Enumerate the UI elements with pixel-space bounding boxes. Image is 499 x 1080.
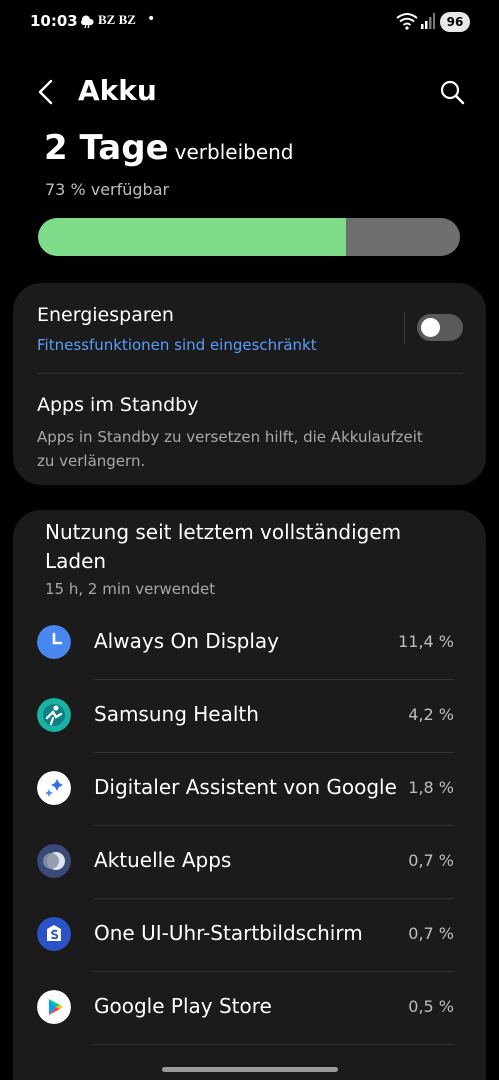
battery-settings-card: Energiesparen Fitnessfunktionen sind ein… <box>13 283 486 485</box>
divider <box>94 1044 454 1045</box>
app-name: Samsung Health <box>94 702 259 726</box>
available-percent: 73 % verfügbar <box>45 180 170 199</box>
play-store-icon <box>37 990 71 1024</box>
battery-level-badge: 96 <box>440 12 470 32</box>
toggle-knob <box>421 318 440 337</box>
list-item[interactable]: Always On Display 11,4 % <box>13 607 486 680</box>
standby-apps-subtitle-line1: Apps in Standby zu versetzen hilft, die … <box>37 428 423 446</box>
page-title: Akku <box>78 74 157 107</box>
signal-icon <box>421 13 435 29</box>
power-saving-toggle[interactable] <box>417 314 463 341</box>
remaining-label: verbleibend <box>174 140 294 164</box>
app-percent: 0,7 % <box>408 924 454 943</box>
list-item[interactable]: Google Play Store 0,5 % <box>13 972 486 1045</box>
remaining-value: 2 Tage <box>44 128 169 168</box>
list-item[interactable]: One UI-Uhr-Startbildschirm 0,7 % <box>13 899 486 972</box>
usage-card: Nutzung seit letztem vollständigem Laden… <box>13 510 486 1080</box>
standby-apps-subtitle-line2: zu verlängern. <box>37 452 146 470</box>
clock-icon <box>37 625 71 659</box>
app-name: Google Play Store <box>94 994 272 1018</box>
usage-duration: 15 h, 2 min verwendet <box>45 580 216 598</box>
power-saving-subtitle: Fitnessfunktionen sind eingeschränkt <box>37 336 317 354</box>
app-percent: 1,8 % <box>408 778 454 797</box>
notification-dot: • <box>147 11 156 27</box>
navigation-handle[interactable] <box>162 1067 338 1072</box>
battery-level-bar <box>38 218 460 256</box>
list-item[interactable]: Aktuelle Apps 0,7 % <box>13 826 486 899</box>
list-item[interactable]: Samsung Health 4,2 % <box>13 680 486 753</box>
app-percent: 11,4 % <box>398 632 454 651</box>
wifi-icon <box>396 13 418 30</box>
app-name: Digitaler Assistent von Google <box>94 775 397 799</box>
usage-title: Nutzung seit letztem vollständigem Laden <box>45 520 402 573</box>
toggle-divider <box>404 312 405 344</box>
carrier-labels: BZ BZ <box>98 12 136 27</box>
app-name: One UI-Uhr-Startbildschirm <box>94 921 363 945</box>
health-icon <box>37 698 71 732</box>
watch-home-icon <box>37 917 71 951</box>
standby-apps-row[interactable]: Apps im Standby Apps in Standby zu verse… <box>13 374 486 485</box>
weather-icon <box>81 15 94 29</box>
power-saving-title: Energiesparen <box>37 304 174 326</box>
standby-apps-title: Apps im Standby <box>37 394 199 416</box>
app-percent: 0,7 % <box>408 851 454 870</box>
google-assistant-icon <box>37 771 71 805</box>
chevron-left-icon[interactable] <box>32 76 60 108</box>
search-icon[interactable] <box>437 77 467 107</box>
recent-apps-icon <box>37 844 71 878</box>
battery-level-fill <box>38 218 347 256</box>
power-saving-row[interactable]: Energiesparen Fitnessfunktionen sind ein… <box>13 283 486 373</box>
app-percent: 0,5 % <box>408 997 454 1016</box>
remaining-time: 2 Tage verbleibend <box>44 128 294 168</box>
app-percent: 4,2 % <box>408 705 454 724</box>
app-name: Always On Display <box>94 629 279 653</box>
status-time: 10:03 <box>30 12 78 30</box>
list-item[interactable]: Digitaler Assistent von Google 1,8 % <box>13 753 486 826</box>
status-bar: 10:03 BZ BZ • 96 <box>0 0 499 44</box>
app-name: Aktuelle Apps <box>94 848 232 872</box>
